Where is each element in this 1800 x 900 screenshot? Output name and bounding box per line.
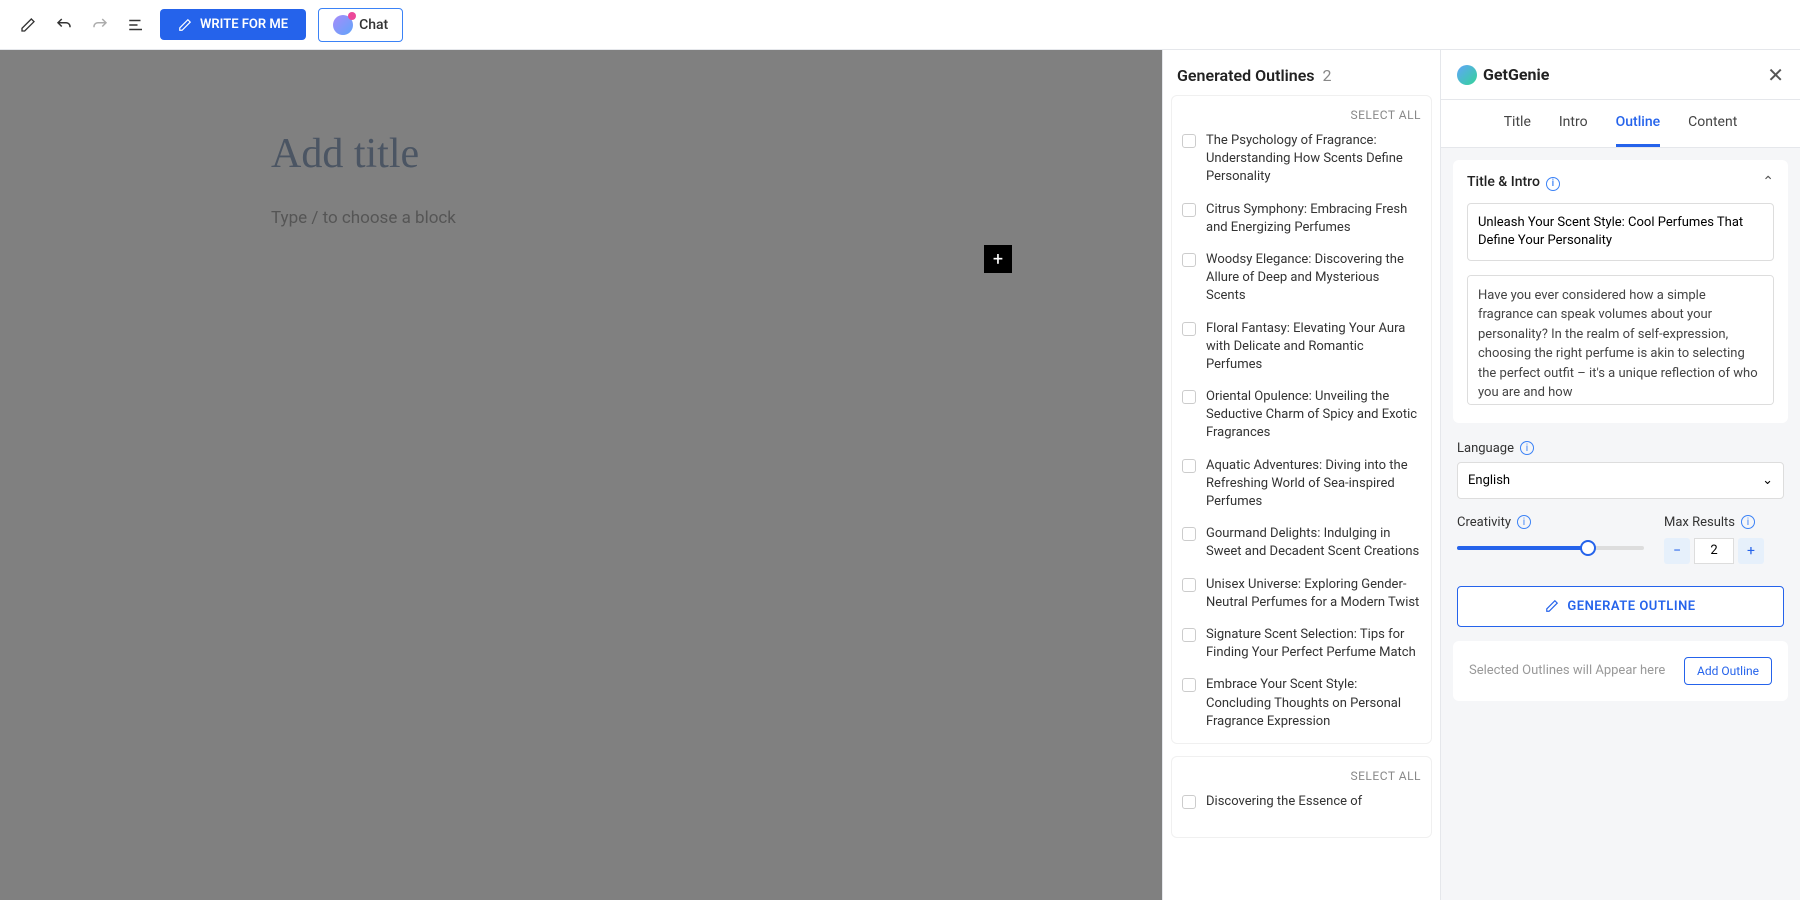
language-label: Languagei xyxy=(1457,441,1784,456)
outline-text: Oriental Opulence: Unveiling the Seducti… xyxy=(1206,388,1421,443)
list-icon[interactable] xyxy=(124,13,148,37)
outline-text: Floral Fantasy: Elevating Your Aura with… xyxy=(1206,320,1421,375)
title-intro-section: Title & Intro i ⌃ xyxy=(1453,160,1788,423)
outlines-count: 2 xyxy=(1323,66,1332,85)
checkbox-icon[interactable] xyxy=(1182,390,1196,404)
main-area: Add title Type / to choose a block + Gen… xyxy=(0,50,1800,900)
decrement-button[interactable]: − xyxy=(1664,538,1690,564)
tab-intro[interactable]: Intro xyxy=(1559,100,1588,147)
outlines-title: Generated Outlines xyxy=(1177,66,1315,85)
chevron-down-icon: ⌄ xyxy=(1762,473,1773,488)
chat-button[interactable]: Chat xyxy=(318,8,403,42)
language-select[interactable]: English ⌄ xyxy=(1457,462,1784,499)
checkbox-icon[interactable] xyxy=(1182,203,1196,217)
outline-text: Citrus Symphony: Embracing Fresh and Ene… xyxy=(1206,201,1421,237)
select-all-button[interactable]: SELECT ALL xyxy=(1182,108,1421,122)
checkbox-icon[interactable] xyxy=(1182,578,1196,592)
outline-item[interactable]: Woodsy Elegance: Discovering the Allure … xyxy=(1182,251,1421,306)
info-icon[interactable]: i xyxy=(1520,441,1534,455)
tab-content[interactable]: Content xyxy=(1688,100,1737,147)
title-placeholder[interactable]: Add title xyxy=(271,130,891,178)
slider-thumb[interactable] xyxy=(1580,540,1596,556)
outline-item[interactable]: Citrus Symphony: Embracing Fresh and Ene… xyxy=(1182,201,1421,237)
pencil-icon[interactable] xyxy=(16,13,40,37)
checkbox-icon[interactable] xyxy=(1182,459,1196,473)
creativity-slider[interactable] xyxy=(1457,546,1644,550)
max-results-label: Max Resultsi xyxy=(1664,515,1784,530)
editor-canvas[interactable]: Add title Type / to choose a block + xyxy=(0,50,1162,900)
tabs: Title Intro Outline Content xyxy=(1441,100,1800,148)
checkbox-icon[interactable] xyxy=(1182,795,1196,809)
outline-text: Signature Scent Selection: Tips for Find… xyxy=(1206,626,1421,662)
top-toolbar: WRITE FOR ME Chat xyxy=(0,0,1800,50)
outline-item[interactable]: Unisex Universe: Exploring Gender-Neutra… xyxy=(1182,576,1421,612)
outline-text: Unisex Universe: Exploring Gender-Neutra… xyxy=(1206,576,1421,612)
side-body: Title & Intro i ⌃ Languagei English ⌄ xyxy=(1441,148,1800,900)
title-input[interactable] xyxy=(1467,203,1774,261)
settings-section: Languagei English ⌄ Creativityi xyxy=(1453,435,1788,641)
outline-item[interactable]: Gourmand Delights: Indulging in Sweet an… xyxy=(1182,525,1421,561)
info-icon[interactable]: i xyxy=(1741,515,1755,529)
checkbox-icon[interactable] xyxy=(1182,322,1196,336)
side-panel: GetGenie ✕ Title Intro Outline Content T… xyxy=(1440,50,1800,900)
increment-button[interactable]: + xyxy=(1738,538,1764,564)
chat-avatar-icon xyxy=(333,15,353,35)
tab-title[interactable]: Title xyxy=(1504,100,1531,147)
max-results-stepper: − + xyxy=(1664,538,1784,564)
chat-label: Chat xyxy=(359,17,388,33)
info-icon[interactable]: i xyxy=(1517,515,1531,529)
outlines-panel: Generated Outlines 2 SELECT ALL The Psyc… xyxy=(1162,50,1440,900)
brand-name: GetGenie xyxy=(1483,65,1549,84)
outline-text: Aquatic Adventures: Diving into the Refr… xyxy=(1206,457,1421,512)
outline-item[interactable]: Oriental Opulence: Unveiling the Seducti… xyxy=(1182,388,1421,443)
block-placeholder[interactable]: Type / to choose a block xyxy=(271,208,891,228)
checkbox-icon[interactable] xyxy=(1182,527,1196,541)
undo-icon[interactable] xyxy=(52,13,76,37)
outline-item[interactable]: Signature Scent Selection: Tips for Find… xyxy=(1182,626,1421,662)
brand-logo: GetGenie xyxy=(1457,65,1549,85)
write-label: WRITE FOR ME xyxy=(200,17,288,32)
outline-item[interactable]: Aquatic Adventures: Diving into the Refr… xyxy=(1182,457,1421,512)
section-header[interactable]: Title & Intro i ⌃ xyxy=(1467,174,1774,191)
write-for-me-button[interactable]: WRITE FOR ME xyxy=(160,9,306,40)
selected-outlines-area: Selected Outlines will Appear here Add O… xyxy=(1453,641,1788,701)
side-header: GetGenie ✕ xyxy=(1441,50,1800,100)
outlines-header: Generated Outlines 2 xyxy=(1163,50,1440,95)
select-all-button[interactable]: SELECT ALL xyxy=(1182,769,1421,783)
tab-outline[interactable]: Outline xyxy=(1616,100,1661,147)
outline-item[interactable]: Discovering the Essence of xyxy=(1182,793,1421,811)
redo-icon[interactable] xyxy=(88,13,112,37)
outline-text: The Psychology of Fragrance: Understandi… xyxy=(1206,132,1421,187)
generate-label: GENERATE OUTLINE xyxy=(1567,599,1695,614)
outline-text: Discovering the Essence of xyxy=(1206,793,1362,811)
outline-item[interactable]: Floral Fantasy: Elevating Your Aura with… xyxy=(1182,320,1421,375)
logo-icon xyxy=(1457,65,1477,85)
creativity-label: Creativityi xyxy=(1457,515,1644,530)
section-label: Title & Intro xyxy=(1467,174,1540,190)
outlines-scroll[interactable]: SELECT ALL The Psychology of Fragrance: … xyxy=(1163,95,1440,900)
checkbox-icon[interactable] xyxy=(1182,134,1196,148)
outline-text: Woodsy Elegance: Discovering the Allure … xyxy=(1206,251,1421,306)
outline-card: SELECT ALL Discovering the Essence of xyxy=(1171,756,1432,838)
outline-item[interactable]: Embrace Your Scent Style: Concluding Tho… xyxy=(1182,676,1421,731)
selected-placeholder: Selected Outlines will Appear here xyxy=(1469,663,1665,678)
max-results-input[interactable] xyxy=(1694,538,1734,564)
checkbox-icon[interactable] xyxy=(1182,628,1196,642)
chevron-up-icon[interactable]: ⌃ xyxy=(1762,174,1774,190)
outline-item[interactable]: The Psychology of Fragrance: Understandi… xyxy=(1182,132,1421,187)
add-block-button[interactable]: + xyxy=(984,245,1012,273)
outline-text: Gourmand Delights: Indulging in Sweet an… xyxy=(1206,525,1421,561)
outline-card: SELECT ALL The Psychology of Fragrance: … xyxy=(1171,95,1432,744)
add-outline-button[interactable]: Add Outline xyxy=(1684,657,1772,685)
info-icon[interactable]: i xyxy=(1546,177,1560,191)
checkbox-icon[interactable] xyxy=(1182,253,1196,267)
generate-outline-button[interactable]: GENERATE OUTLINE xyxy=(1457,586,1784,627)
outline-text: Embrace Your Scent Style: Concluding Tho… xyxy=(1206,676,1421,731)
close-icon[interactable]: ✕ xyxy=(1767,63,1784,87)
language-value: English xyxy=(1468,473,1510,488)
intro-input[interactable] xyxy=(1467,275,1774,405)
checkbox-icon[interactable] xyxy=(1182,678,1196,692)
